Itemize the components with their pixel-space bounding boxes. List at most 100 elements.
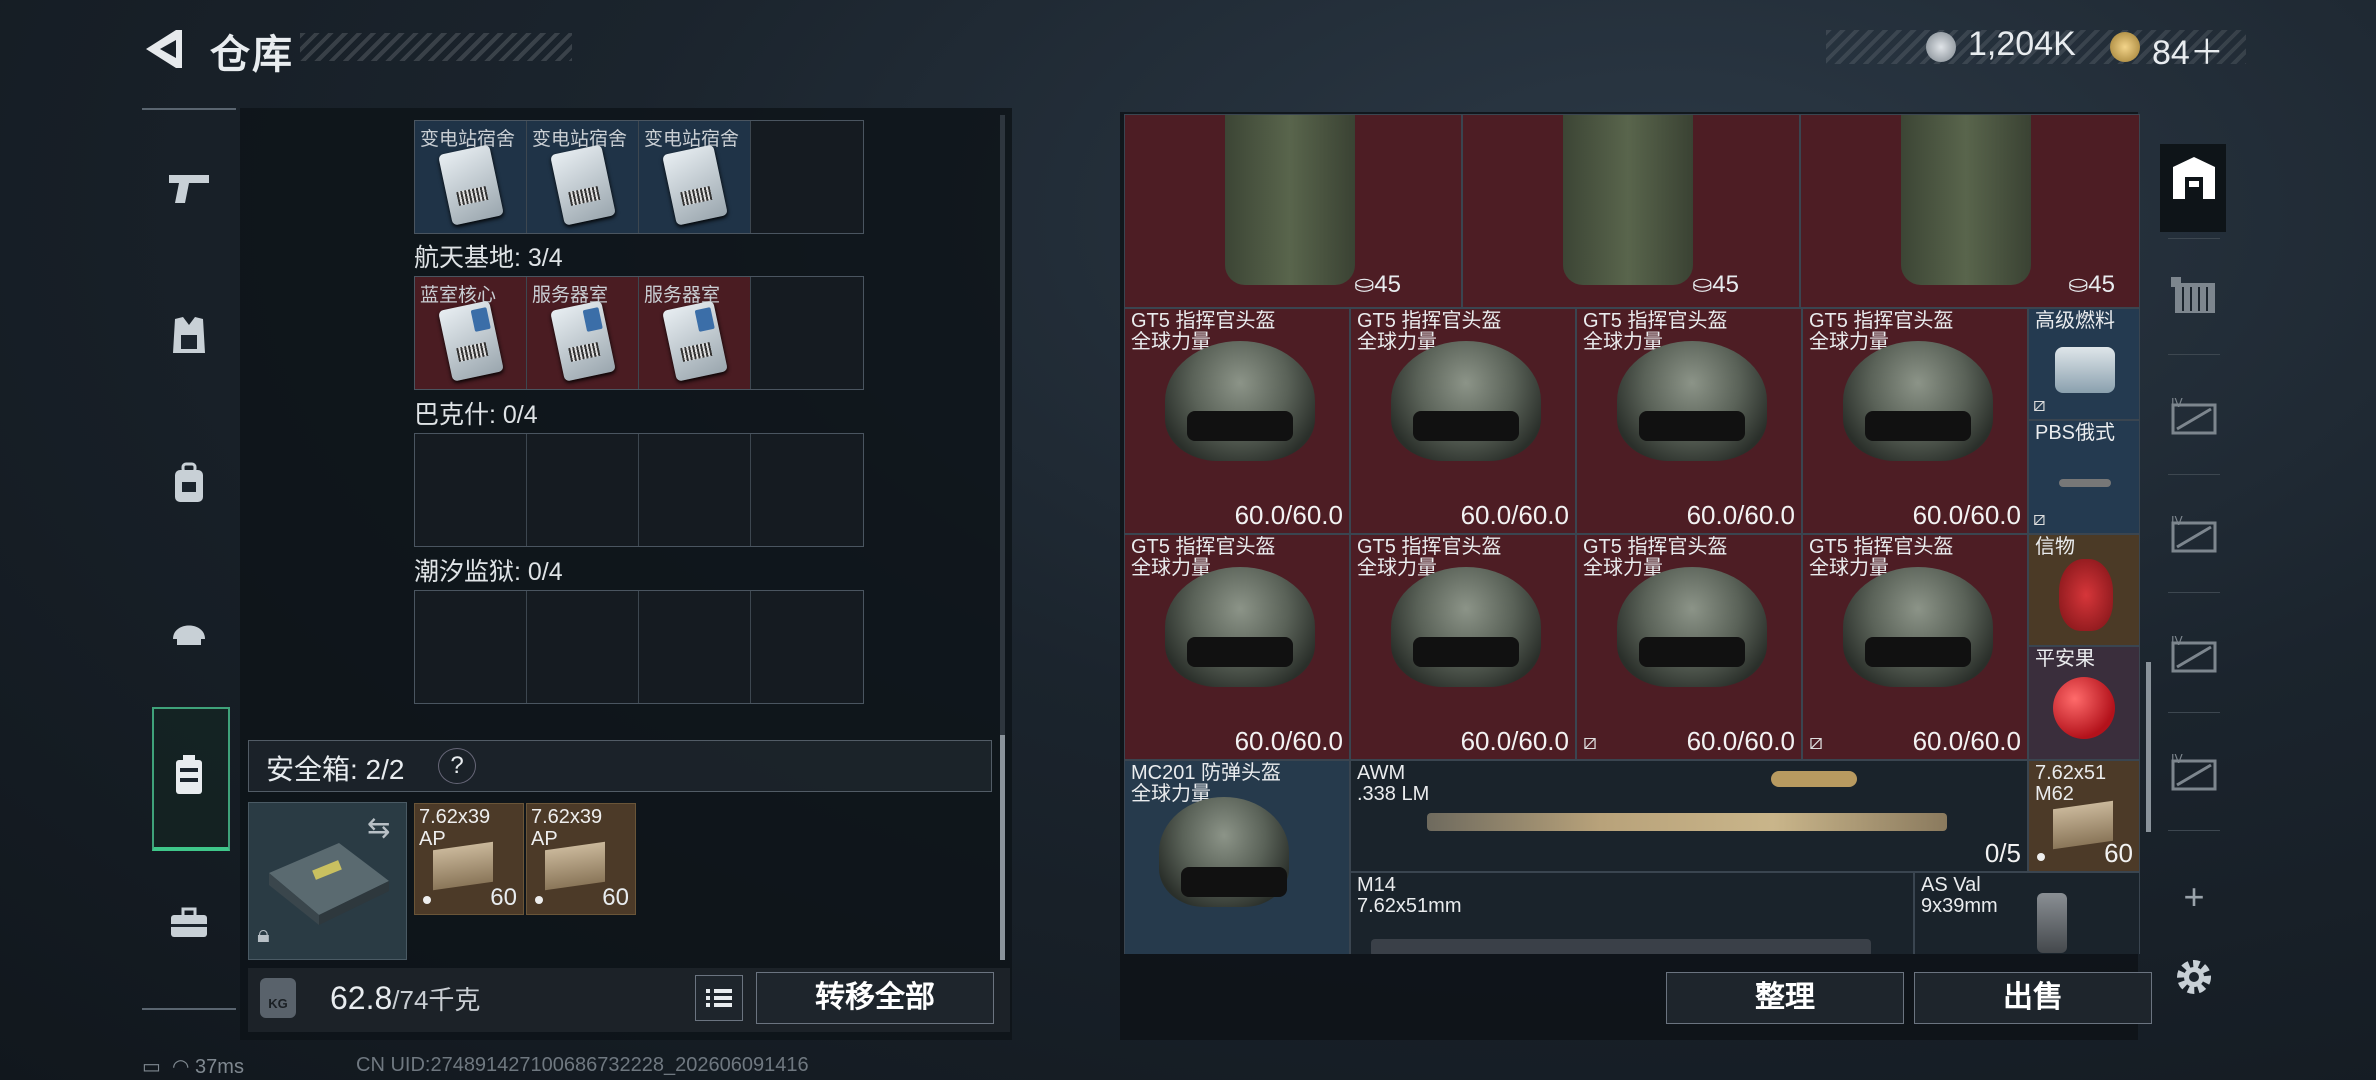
suppressor-item[interactable]: PBS俄式 ⧄: [2028, 420, 2140, 534]
helmet-item[interactable]: GT5 指挥官头盔 全球力量 60.0/60.0: [1350, 534, 1576, 760]
sort-button[interactable]: 整理: [1666, 972, 1904, 1024]
key-slot[interactable]: 服务器室: [639, 277, 751, 389]
ammo-m62-item[interactable]: 7.62x51 M62 60: [2028, 760, 2140, 872]
helmet-item[interactable]: GT5 指挥官头盔 全球力量 60.0/60.0: [1124, 534, 1350, 760]
empty-key-slot[interactable]: [415, 434, 527, 546]
empty-key-slot[interactable]: [751, 277, 863, 389]
lock-icon: 🔒︎: [257, 921, 270, 948]
helmet-picture: [1391, 341, 1541, 461]
list-icon: [706, 989, 732, 1007]
helmet-item[interactable]: GT5 指挥官头盔 全球力量 ⧄ 60.0/60.0: [1802, 534, 2028, 760]
ammo-box-icon: [545, 841, 605, 891]
mc201-helmet-item[interactable]: MC201 防弹头盔 全球力量: [1124, 760, 1350, 954]
rifle-picture: [1427, 813, 1947, 831]
asval-item[interactable]: AS Val 9x39mm: [1914, 872, 2140, 954]
helmet-item[interactable]: GT5 指挥官头盔 全球力量 60.0/60.0: [1350, 308, 1576, 534]
helmet-picture: [1617, 341, 1767, 461]
helmet-item[interactable]: GT5 指挥官头盔 全球力量 ⧄ 60.0/60.0: [1576, 534, 1802, 760]
gear-icon[interactable]: [2166, 952, 2222, 1002]
swap-icon[interactable]: ⇆: [367, 811, 390, 844]
silver-amount: 1,204K: [1968, 25, 2076, 63]
title-stripe: [300, 33, 572, 61]
helmet-item[interactable]: GT5 指挥官头盔 全球力量 60.0/60.0: [1576, 308, 1802, 534]
token-item[interactable]: 信物: [2028, 534, 2140, 646]
uid-label: CN UID:274891427100686732228_20260609141…: [356, 1054, 809, 1076]
awm-item[interactable]: AWM .338 LM 0/5: [1350, 760, 2028, 872]
empty-key-slot[interactable]: [639, 434, 751, 546]
gold-amount[interactable]: 84＋: [2152, 25, 2224, 74]
weight-readout: 62.8/74千克: [330, 980, 481, 1016]
vest-item[interactable]: ⛀45: [1462, 114, 1800, 308]
key-slot[interactable]: 变电站宿舍: [527, 121, 639, 233]
keycard-icon: [550, 300, 616, 382]
helmet-item[interactable]: GT5 指挥官头盔 全球力量 60.0/60.0: [1124, 308, 1350, 534]
svg-text:IV: IV: [2171, 396, 2184, 410]
capacity-label: ⛀45: [2068, 271, 2115, 298]
key-grid-aerospace: 蓝室核心 服务器室 服务器室: [414, 276, 864, 390]
keycard-icon: [438, 300, 504, 382]
help-button[interactable]: ?: [438, 748, 476, 784]
pistol-icon[interactable]: [150, 154, 228, 224]
vest-icon[interactable]: [150, 300, 228, 370]
empty-key-slot[interactable]: [415, 591, 527, 703]
status-dot: [535, 896, 543, 904]
divider: [2168, 830, 2220, 831]
empty-key-slot[interactable]: [527, 434, 639, 546]
key-slot[interactable]: 变电站宿舍: [639, 121, 751, 233]
helmet-picture: [1843, 341, 1993, 461]
safebox-icon[interactable]: [150, 740, 228, 810]
home-box-icon[interactable]: [2166, 152, 2222, 202]
keycard-icon: [662, 144, 728, 226]
backpack-icon[interactable]: [150, 448, 228, 518]
empty-key-slot[interactable]: [751, 591, 863, 703]
grenade-icon: [2037, 893, 2067, 953]
ammo-slot[interactable]: 7.62x39 AP 60: [526, 803, 636, 915]
helmet-picture: [1165, 341, 1315, 461]
ammo-slot[interactable]: 7.62x39 AP 60: [414, 803, 524, 915]
helmet-item[interactable]: GT5 指挥官头盔 全球力量 60.0/60.0: [1802, 308, 2028, 534]
apple-icon: [2053, 677, 2115, 739]
ammo-box-icon: [433, 841, 493, 891]
back-arrow-icon[interactable]: [140, 26, 186, 72]
rifle-picture: [1371, 939, 1871, 954]
helmet-picture: [1165, 567, 1315, 687]
fuel-item[interactable]: 高级燃料 ⧄: [2028, 308, 2140, 420]
keycard-icon: [550, 144, 616, 226]
section-title-bakhsh: 巴克什: 0/4: [414, 401, 538, 429]
left-scrollbar[interactable]: [1000, 115, 1005, 960]
crate-iv-icon[interactable]: IV: [2166, 510, 2222, 560]
key-slot[interactable]: 蓝室核心: [415, 277, 527, 389]
vest-picture: [1225, 115, 1355, 285]
helmet-picture: [1843, 567, 1993, 687]
crate-iv-icon[interactable]: IV: [2166, 392, 2222, 442]
no-trade-icon: ⧄: [2033, 508, 2046, 530]
helmet-icon[interactable]: [150, 595, 228, 665]
m14-item[interactable]: M14 7.62x51mm: [1350, 872, 1914, 954]
gold-coin-icon[interactable]: [2110, 32, 2140, 62]
list-view-button[interactable]: [695, 975, 743, 1021]
add-container-button[interactable]: +: [2166, 872, 2222, 922]
crate-iv-icon[interactable]: IV: [2166, 748, 2222, 798]
suppressor-icon: [2059, 479, 2111, 487]
right-scrollbar[interactable]: [2146, 662, 2151, 832]
status-dot: [423, 896, 431, 904]
sell-button[interactable]: 出售: [1914, 972, 2152, 1024]
safe-case-slot[interactable]: ⇆ 🔒︎: [248, 802, 407, 960]
transfer-all-button[interactable]: 转移全部: [756, 972, 994, 1024]
crate-iv-icon[interactable]: IV: [2166, 630, 2222, 680]
capacity-label: ⛀45: [1692, 271, 1739, 298]
key-slot[interactable]: 变电站宿舍: [415, 121, 527, 233]
vest-item[interactable]: ⛀45: [1800, 114, 2140, 308]
apple-item[interactable]: 平安果: [2028, 646, 2140, 760]
keycard-icon: [438, 144, 504, 226]
vest-item[interactable]: ⛀45: [1124, 114, 1462, 308]
empty-key-slot[interactable]: [751, 121, 863, 233]
briefcase-icon[interactable]: [150, 888, 228, 958]
capacity-label: ⛀45: [1354, 271, 1401, 298]
empty-key-slot[interactable]: [527, 591, 639, 703]
key-slot[interactable]: 服务器室: [527, 277, 639, 389]
empty-key-slot[interactable]: [639, 591, 751, 703]
empty-key-slot[interactable]: [751, 434, 863, 546]
container-icon[interactable]: [2166, 270, 2222, 320]
svg-text:IV: IV: [2171, 514, 2184, 528]
